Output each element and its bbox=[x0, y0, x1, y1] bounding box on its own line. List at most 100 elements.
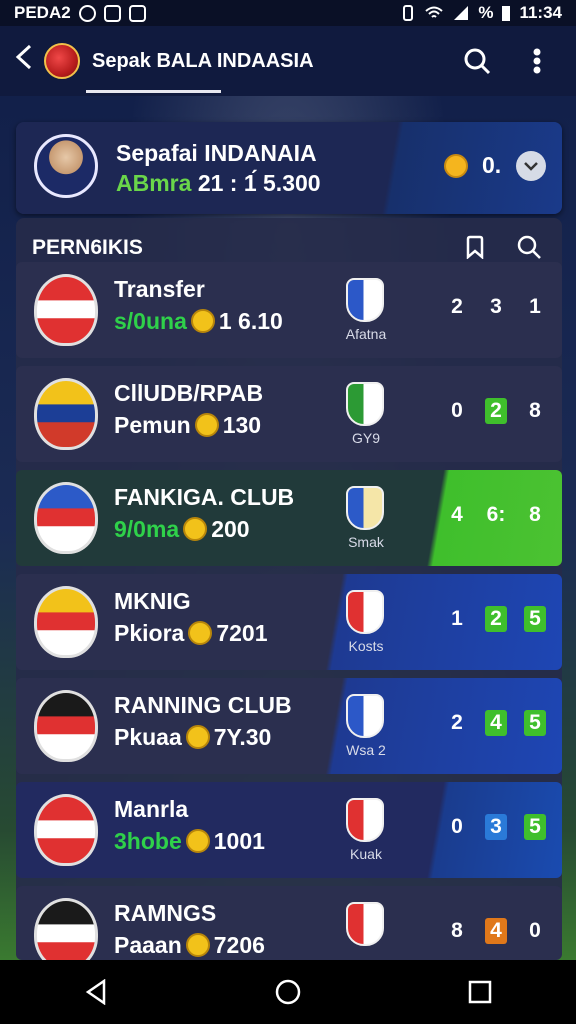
main-content: Sepafai INDANAIA ABmra 21 : 1́ 5.300 0. … bbox=[0, 96, 576, 960]
club-crest bbox=[34, 586, 98, 658]
club-row[interactable]: Transfer s/0una 1 6.10 Afatna 2 3 1 bbox=[16, 262, 562, 358]
club-row[interactable]: RAMNGS Paaan 7206 8 4 0 bbox=[16, 886, 562, 960]
search-icon bbox=[464, 48, 491, 75]
profile-card[interactable]: Sepafai INDANAIA ABmra 21 : 1́ 5.300 0. bbox=[16, 122, 562, 214]
vibrate-icon bbox=[403, 5, 414, 21]
avatar bbox=[34, 134, 98, 198]
club-row[interactable]: FANKIGA. CLUB 9/0ma 200 Smak 4 6: 8 bbox=[16, 470, 562, 566]
score-value: 1 bbox=[529, 295, 541, 318]
app-title: Sepak BALA INDAASIA bbox=[92, 49, 314, 72]
club-sub-value: 7Y.30 bbox=[213, 724, 272, 750]
score-value: 2 bbox=[451, 295, 463, 318]
score-group: 125 bbox=[446, 606, 546, 632]
score-value: 5 bbox=[524, 710, 546, 736]
profile-subtitle: ABmra 21 : 1́ 5.300 bbox=[116, 170, 321, 197]
club-crest bbox=[34, 794, 98, 866]
square-recents-icon bbox=[468, 980, 492, 1004]
app-bar: Sepak BALA INDAASIA bbox=[0, 26, 576, 96]
score-value: 4 bbox=[485, 710, 507, 736]
club-name: FANKIGA. CLUB bbox=[114, 484, 295, 510]
club-sub-label: Paaan bbox=[114, 932, 182, 958]
score-value: 2 bbox=[451, 711, 463, 734]
club-subtitle: Paaan 7206 bbox=[114, 932, 265, 959]
club-name: CllUDB/RPAB bbox=[114, 380, 264, 406]
more-options-button[interactable] bbox=[522, 46, 552, 76]
club-crest bbox=[34, 898, 98, 960]
club-subtitle: Pkuaa 7Y.30 bbox=[114, 724, 271, 751]
club-sub-label: Pkuaa bbox=[114, 724, 182, 750]
club-badge-icon bbox=[346, 798, 384, 842]
system-navigation-bar bbox=[0, 960, 576, 1024]
score-group: 245 bbox=[446, 710, 546, 736]
camera-icon bbox=[103, 4, 121, 22]
score-value: 0 bbox=[451, 399, 463, 422]
nav-home-button[interactable] bbox=[268, 972, 308, 1012]
triangle-back-icon bbox=[85, 979, 106, 1005]
nav-recents-button[interactable] bbox=[460, 972, 500, 1012]
score-value: 3 bbox=[490, 295, 502, 318]
club-badge-label: GY9 bbox=[351, 430, 380, 446]
score-value: 0 bbox=[451, 815, 463, 838]
expand-button[interactable] bbox=[516, 151, 546, 181]
coin-icon bbox=[190, 309, 215, 333]
bookmark-button[interactable] bbox=[460, 232, 490, 262]
score-group: 028 bbox=[446, 398, 546, 424]
club-sub-value: 1 6.10 bbox=[218, 308, 283, 334]
club-badge-icon bbox=[346, 278, 384, 322]
whatsapp-icon bbox=[78, 4, 96, 22]
score-value: 5 bbox=[524, 814, 546, 840]
club-name: RAMNGS bbox=[114, 900, 217, 926]
score-value: 3 bbox=[485, 814, 507, 840]
club-badge-label: Smak bbox=[348, 534, 384, 550]
score-group: 035 bbox=[446, 814, 546, 840]
status-carrier-text: PEDA2 bbox=[14, 3, 71, 22]
signal-icon bbox=[454, 6, 469, 20]
club-row[interactable]: CllUDB/RPAB Pemun 130 GY9 0 2 8 bbox=[16, 366, 562, 462]
club-name: Manrla bbox=[114, 796, 189, 822]
club-subtitle: s/0una 1 6.10 bbox=[114, 308, 283, 335]
score-value: 4 bbox=[451, 503, 463, 526]
club-badge-label: Afatna bbox=[345, 326, 387, 342]
score-value: 8 bbox=[529, 503, 541, 526]
coin-icon bbox=[183, 517, 208, 541]
score-group: 2 3 1 bbox=[446, 294, 546, 320]
club-sub-label: s/0una bbox=[114, 308, 187, 334]
status-bar: PEDA2 % 11:34 bbox=[0, 0, 576, 26]
club-subtitle: Pkiora 7201 bbox=[114, 620, 268, 647]
profile-sub-value: 21 : 1́ 5.300 bbox=[197, 170, 321, 196]
coin-icon bbox=[185, 829, 210, 853]
nav-back-button[interactable] bbox=[76, 972, 116, 1012]
club-badge-icon bbox=[346, 590, 384, 634]
coin-icon bbox=[188, 621, 213, 645]
club-sub-label: Pkiora bbox=[114, 620, 185, 646]
title-underline bbox=[86, 90, 221, 93]
club-crest bbox=[34, 274, 98, 346]
back-button[interactable] bbox=[14, 44, 44, 78]
club-row[interactable]: MKNIG Pkiora 7201 Kosts 1 2 5 bbox=[16, 574, 562, 670]
rankings-panel: PERN6IKIS Transfer s/0una 1 6.10 Afatna 2 3 1 C… bbox=[16, 218, 562, 960]
score-value: 5 bbox=[524, 606, 546, 632]
score-value: 4 bbox=[485, 918, 507, 944]
club-name: MKNIG bbox=[114, 588, 191, 614]
club-row[interactable]: Manrla 3hobe 1001 Kuak 0 3 5 bbox=[16, 782, 562, 878]
search-button[interactable] bbox=[462, 46, 492, 76]
coin-icon bbox=[185, 725, 210, 749]
club-crest bbox=[34, 378, 98, 450]
club-sub-label: Pemun bbox=[114, 412, 191, 438]
club-sub-value: 200 bbox=[211, 516, 250, 542]
status-time: 11:34 bbox=[519, 3, 562, 22]
chevron-down-icon bbox=[524, 162, 538, 171]
club-badge-icon bbox=[346, 902, 384, 946]
score-value: 2 bbox=[485, 606, 507, 632]
panel-heading: PERN6IKIS bbox=[32, 236, 143, 259]
circle-home-icon bbox=[275, 979, 301, 1005]
score-value: 6: bbox=[486, 503, 506, 526]
panel-search-button[interactable] bbox=[514, 232, 544, 262]
battery-icon bbox=[502, 6, 511, 21]
score-value: 0 bbox=[529, 919, 541, 942]
club-sub-value: 130 bbox=[222, 412, 262, 438]
club-subtitle: Pemun 130 bbox=[114, 412, 261, 439]
club-badge-icon bbox=[346, 486, 384, 530]
club-subtitle: 3hobe 1001 bbox=[114, 828, 265, 855]
club-row[interactable]: RANNING CLUB Pkuaa 7Y.30 Wsa 2 245 bbox=[16, 678, 562, 774]
